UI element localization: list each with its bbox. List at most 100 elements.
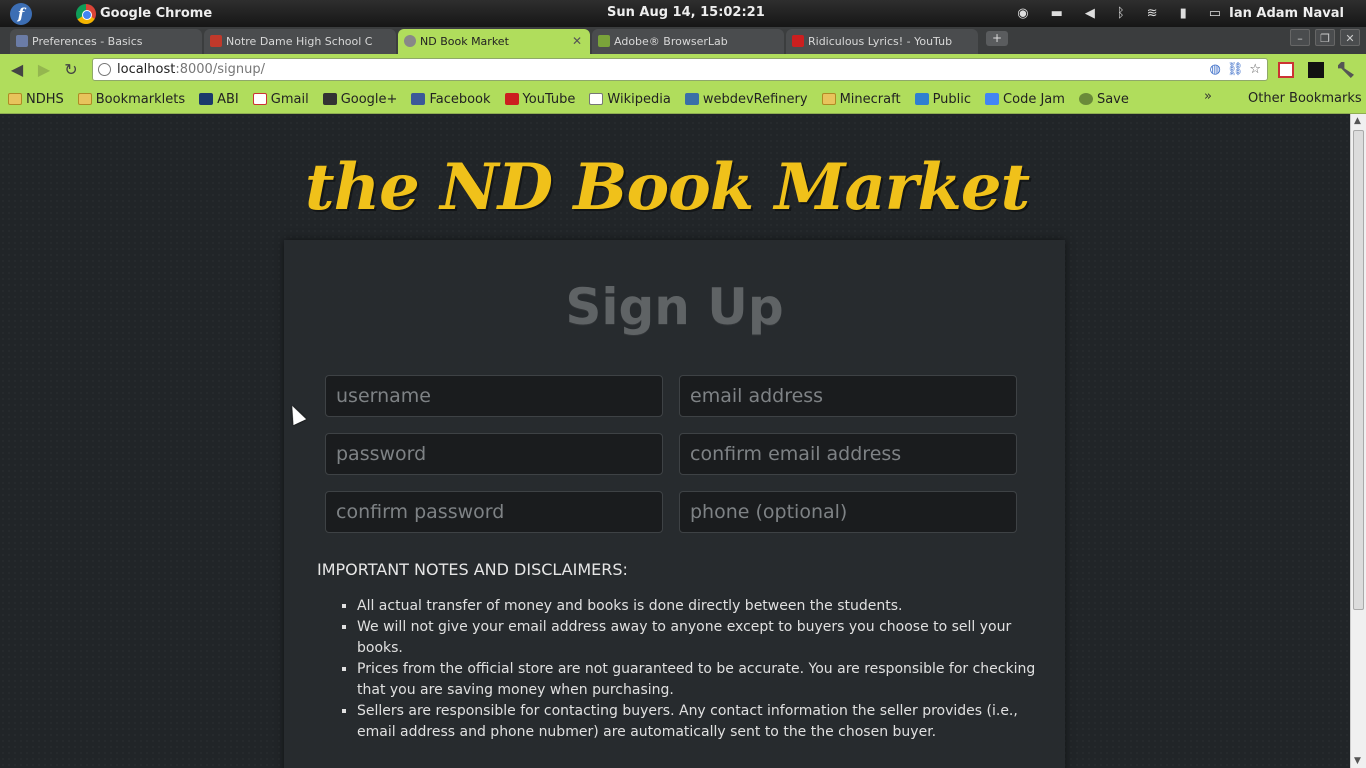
youtube-icon [792, 35, 804, 47]
tab-youtube[interactable]: Ridiculous Lyrics! - YouTub [786, 29, 978, 54]
link-icon[interactable]: ⛓ [1227, 62, 1244, 77]
tab-notre-dame[interactable]: Notre Dame High School C [204, 29, 396, 54]
chrome-icon [76, 3, 96, 24]
nd-icon [199, 93, 214, 105]
phone-input[interactable] [679, 491, 1017, 533]
bookmark-facebook[interactable]: Facebook [411, 91, 491, 107]
reload-icon[interactable]: ↻ [61, 60, 81, 79]
wifi-icon[interactable]: ≋ [1147, 6, 1158, 21]
confirm-email-input[interactable] [679, 433, 1017, 475]
page-scrollbar[interactable]: ▲ ▼ [1350, 114, 1366, 768]
url-host: localhost [117, 62, 176, 77]
folder-icon [77, 93, 92, 105]
settings-wrench-icon[interactable] [1338, 62, 1354, 78]
list-item: Sellers are responsible for contacting b… [357, 701, 1037, 743]
scrollbar-thumb[interactable] [1353, 130, 1364, 610]
bookmark-youtube[interactable]: YouTube [504, 92, 575, 107]
app-menu[interactable]: Google Chrome [76, 3, 213, 24]
bookmark-webdevrefinery[interactable]: webdevRefinery [684, 91, 808, 107]
tab-title: Adobe® BrowserLab [614, 35, 728, 48]
bookmark-google-plus[interactable]: Google+ [322, 92, 397, 107]
gmail-icon [252, 93, 267, 105]
address-bar[interactable]: localhost:8000/signup/ ◍ ⛓ ☆ [92, 58, 1268, 81]
chat-icon[interactable]: ▭ [1209, 6, 1221, 21]
email-input[interactable] [679, 375, 1017, 417]
tab-preferences[interactable]: Preferences - Basics [10, 29, 202, 54]
bookmark-bookmarklets[interactable]: Bookmarklets [77, 91, 186, 107]
bookmark-code-jam[interactable]: Code Jam [985, 92, 1065, 107]
window-controls: – ❐ ✕ [1285, 29, 1360, 46]
bookmark-label: Other Bookmarks [1248, 91, 1362, 106]
bluetooth-icon[interactable]: ᛒ [1117, 6, 1125, 21]
password-input[interactable] [325, 433, 663, 475]
bookmark-label: Bookmarklets [95, 91, 186, 107]
list-item: Prices from the official store are not g… [357, 659, 1037, 701]
wikipedia-icon [589, 93, 604, 105]
system-tray: ◉ ▬ ◀ ᛒ ≋ ▮ ▭ Ian Adam Naval [1006, 0, 1366, 27]
page-info-icon[interactable] [98, 63, 111, 76]
google-plus-icon [322, 93, 337, 105]
app-name: Google Chrome [100, 6, 213, 21]
extension-icon[interactable]: ◍ [1209, 62, 1220, 77]
bookmark-gmail[interactable]: Gmail [252, 91, 309, 107]
bookmarks-bar: NDHS Bookmarklets ABI Gmail Google+ Face… [0, 85, 1366, 114]
tab-title: Notre Dame High School C [226, 35, 373, 48]
bookmark-label: Minecraft [839, 91, 901, 107]
user-menu[interactable]: Ian Adam Naval [1229, 6, 1344, 21]
tab-title: ND Book Market [420, 35, 509, 48]
confirm-password-input[interactable] [325, 491, 663, 533]
folder-icon [8, 93, 22, 105]
bookmark-star-icon[interactable]: ☆ [1249, 62, 1261, 77]
back-icon[interactable]: ◀ [7, 60, 27, 79]
google-icon [985, 93, 1000, 105]
new-tab-button[interactable]: + [986, 31, 1008, 46]
gmail-extension-icon[interactable] [1278, 62, 1294, 78]
battery-icon[interactable]: ▮ [1180, 6, 1187, 21]
youtube-icon [504, 93, 519, 105]
bookmark-label: webdevRefinery [702, 91, 808, 107]
page-title: Sign Up [565, 278, 784, 336]
folder-icon [821, 93, 836, 105]
clock[interactable]: Sun Aug 14, 15:02:21 [607, 5, 765, 20]
bookmark-save[interactable]: Save [1078, 91, 1129, 107]
bookmark-public[interactable]: Public [914, 92, 971, 107]
minimize-icon[interactable]: – [1290, 29, 1310, 46]
bookmark-ndhs[interactable]: NDHS [8, 92, 64, 107]
bookmark-label: Wikipedia [607, 91, 671, 107]
dropbox-icon [914, 93, 929, 105]
tab-browserlab[interactable]: Adobe® BrowserLab [592, 29, 784, 54]
wrench-icon [16, 35, 28, 47]
forward-icon[interactable]: ▶ [34, 60, 54, 79]
bookmark-abi[interactable]: ABI [199, 92, 239, 107]
site-title[interactable]: the ND Book Market [305, 150, 1030, 225]
tab-strip: Preferences - Basics Notre Dame High Sch… [0, 27, 1366, 54]
webdev-icon [684, 93, 699, 105]
username-input[interactable] [325, 375, 663, 417]
bookmark-label: Save [1096, 91, 1129, 107]
bookmark-minecraft[interactable]: Minecraft [821, 91, 901, 107]
other-bookmarks[interactable]: Other Bookmarks [1230, 91, 1362, 106]
folder-icon [1230, 93, 1244, 105]
maximize-icon[interactable]: ❐ [1315, 29, 1335, 46]
notes-title: IMPORTANT NOTES AND DISCLAIMERS: [317, 560, 628, 579]
scroll-down-icon[interactable]: ▼ [1354, 756, 1361, 766]
bookmark-label: Facebook [429, 91, 491, 107]
fedora-icon[interactable]: f [10, 2, 32, 25]
bookmark-wikipedia[interactable]: Wikipedia [589, 91, 671, 107]
status-icon[interactable]: ◉ [1017, 6, 1028, 21]
omnibox-actions: ◍ ⛓ ☆ [1203, 62, 1261, 77]
v-extension-icon[interactable] [1308, 62, 1324, 78]
bookmark-label: ABI [217, 91, 239, 107]
volume-icon[interactable]: ◀ [1085, 6, 1095, 21]
browser-toolbar: ◀ ▶ ↻ localhost:8000/signup/ ◍ ⛓ ☆ [0, 54, 1366, 85]
files-icon[interactable]: ▬ [1051, 6, 1063, 21]
disclaimer-list: All actual transfer of money and books i… [357, 596, 1037, 743]
list-item: We will not give your email address away… [357, 617, 1037, 659]
close-tab-icon[interactable]: ✕ [572, 34, 582, 48]
scroll-up-icon[interactable]: ▲ [1354, 116, 1361, 126]
bookmarks-overflow-icon[interactable]: » [1204, 89, 1212, 104]
top-panel: f Google Chrome Sun Aug 14, 15:02:21 ◉ ▬… [0, 0, 1366, 27]
bookmark-label: Gmail [270, 91, 309, 107]
close-window-icon[interactable]: ✕ [1340, 29, 1360, 46]
tab-nd-book-market[interactable]: ND Book Market ✕ [398, 29, 590, 54]
